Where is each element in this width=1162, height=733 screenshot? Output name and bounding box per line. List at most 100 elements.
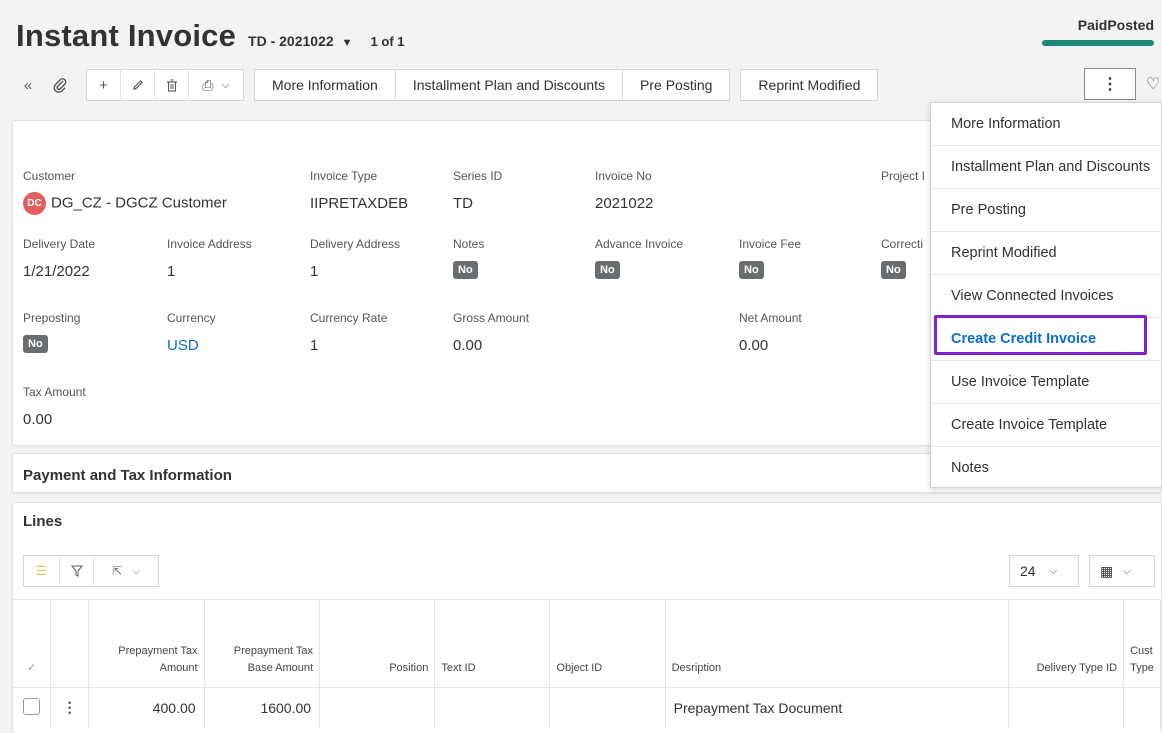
column-header[interactable]: Cust Type: [1123, 599, 1161, 688]
select-all-check[interactable]: ✓: [13, 599, 52, 688]
menu-item-installment-plan[interactable]: Installment Plan and Discounts: [931, 146, 1161, 189]
field-label: Invoice No: [595, 169, 652, 183]
menu-item-more-information[interactable]: More Information: [931, 103, 1161, 146]
delivery-date-field: Delivery Date 1/21/2022: [23, 237, 95, 280]
invoice-fee-badge: No: [739, 261, 764, 279]
field-label: Series ID: [453, 169, 503, 183]
delivery-address-field: Delivery Address 1: [310, 237, 400, 280]
correction-field: Correcti No: [881, 237, 923, 279]
toolbar: « + ⎙ ⌵ More Information Installment Plan…: [12, 68, 879, 102]
table-view-select[interactable]: ▦ ⌵: [1089, 555, 1155, 587]
status-bar: [1042, 40, 1154, 46]
lines-toolbar: ☰ ⇱ ⌵: [23, 555, 159, 587]
field-label: Preposting: [23, 311, 81, 325]
pre-posting-button[interactable]: Pre Posting: [623, 69, 731, 101]
table-cell: [549, 687, 666, 728]
reprint-modified-button[interactable]: Reprint Modified: [740, 69, 879, 101]
notes-badge: No: [453, 261, 478, 279]
document-id[interactable]: TD - 2021022: [248, 33, 334, 49]
more-information-button[interactable]: More Information: [254, 69, 396, 101]
field-label: Currency Rate: [310, 311, 388, 325]
action-buttons: More Information Installment Plan and Di…: [254, 69, 879, 101]
field-value: TD: [453, 195, 473, 212]
field-label: Invoice Address: [167, 237, 252, 251]
filter-icon[interactable]: [60, 556, 94, 586]
column-header[interactable]: Object ID: [549, 599, 666, 688]
field-label: Advance Invoice: [595, 237, 684, 251]
add-icon[interactable]: +: [87, 69, 121, 101]
page-size-value: 24: [1020, 563, 1036, 579]
invoice-no-field: Invoice No 2021022: [595, 169, 653, 212]
customer-field: Customer DC DG_CZ - DGCZ Customer: [23, 169, 227, 215]
status-indicator: PaidPosted: [1042, 17, 1154, 46]
invoice-type-field: Invoice Type IIPRETAXDEB: [310, 169, 408, 212]
collapse-icon[interactable]: «: [12, 69, 44, 101]
column-header[interactable]: Prepayment Tax Base Amount: [204, 599, 321, 688]
tax-amount-field: Tax Amount 0.00: [23, 385, 86, 428]
menu-item-create-invoice-template[interactable]: Create Invoice Template: [931, 404, 1161, 447]
field-value: 2021022: [595, 195, 654, 212]
menu-item-pre-posting[interactable]: Pre Posting: [931, 189, 1161, 232]
currency-rate-field: Currency Rate 1: [310, 311, 387, 354]
chevron-down-icon: ⌵: [1123, 565, 1131, 577]
record-count: 1 of 1: [370, 34, 405, 49]
menu-item-notes[interactable]: Notes: [931, 446, 1161, 487]
field-value: IIPRETAXDEB: [310, 195, 409, 212]
table-cell: Prepayment Tax Document: [665, 687, 1009, 728]
advance-invoice-badge: No: [595, 261, 620, 279]
menu-item-reprint-modified[interactable]: Reprint Modified: [931, 232, 1161, 275]
edit-actions-group: + ⎙ ⌵: [86, 69, 244, 101]
field-value: 0.00: [453, 337, 483, 354]
row-menu-icon[interactable]: ⋮: [50, 687, 90, 728]
trash-icon[interactable]: [155, 69, 189, 101]
table-cell: [434, 687, 551, 728]
invoice-fee-field: Invoice Fee No: [739, 237, 801, 279]
column-header[interactable]: Position: [319, 599, 436, 688]
field-value: 1: [167, 263, 176, 280]
paperclip-icon[interactable]: [44, 69, 76, 101]
field-label: Customer: [23, 169, 76, 183]
more-actions-menu: More Information Installment Plan and Di…: [930, 102, 1162, 488]
heart-icon[interactable]: ♡: [1146, 74, 1160, 94]
currency-field: Currency USD: [167, 311, 216, 354]
caret-down-icon[interactable]: ▼: [342, 37, 353, 49]
notes-field: Notes No: [453, 237, 484, 279]
project-field: Project I: [881, 169, 925, 183]
more-actions-button[interactable]: ⋮: [1084, 68, 1136, 100]
list-icon[interactable]: ☰: [24, 556, 60, 586]
column-header[interactable]: Delivery Type ID: [1008, 599, 1125, 688]
field-label: Net Amount: [739, 311, 802, 325]
field-value: 1/21/2022: [23, 263, 90, 280]
status-label: PaidPosted: [1077, 17, 1154, 33]
export-icon[interactable]: ⇱ ⌵: [94, 556, 158, 586]
pencil-icon[interactable]: [121, 69, 155, 101]
field-label: Notes: [453, 237, 485, 251]
chevron-down-icon: ⌵: [1049, 565, 1058, 577]
print-options-icon[interactable]: ⎙ ⌵: [189, 69, 243, 101]
preposting-badge: No: [23, 335, 48, 353]
invoice-address-field: Invoice Address 1: [167, 237, 252, 280]
field-value: 1: [310, 263, 319, 280]
series-id-field: Series ID TD: [453, 169, 502, 212]
section-title: Lines: [23, 513, 63, 530]
lines-section: Lines ☰ ⇱ ⌵ 24 ⌵ ▦ ⌵ ✓ Prepayment Tax Amo…: [12, 502, 1162, 733]
field-value: 1: [310, 337, 319, 354]
column-header[interactable]: Text ID: [434, 599, 551, 688]
menu-item-view-connected-invoices[interactable]: View Connected Invoices: [931, 275, 1161, 318]
field-label: Gross Amount: [453, 311, 530, 325]
field-label: Project I: [881, 169, 926, 183]
table-header-row: ✓ Prepayment Tax Amount Prepayment Tax B…: [13, 599, 1161, 688]
currency-link[interactable]: USD: [167, 337, 216, 354]
column-header[interactable]: Prepayment Tax Amount: [88, 599, 205, 688]
menu-item-use-invoice-template[interactable]: Use Invoice Template: [931, 361, 1161, 404]
table-row[interactable]: ⋮ 400.00 1600.00 Prepayment Tax Document: [13, 687, 1161, 728]
row-actions-header: [50, 599, 90, 688]
installment-plan-button[interactable]: Installment Plan and Discounts: [395, 69, 624, 101]
column-header[interactable]: Desription: [665, 599, 1009, 688]
menu-item-create-credit-invoice[interactable]: Create Credit Invoice: [931, 318, 1161, 361]
net-amount-field: Net Amount 0.00: [739, 311, 802, 354]
row-checkbox[interactable]: [23, 697, 41, 715]
customer-value[interactable]: DG_CZ - DGCZ Customer: [51, 194, 227, 211]
page-size-select[interactable]: 24 ⌵: [1009, 555, 1079, 587]
table-cell: [1008, 687, 1125, 728]
